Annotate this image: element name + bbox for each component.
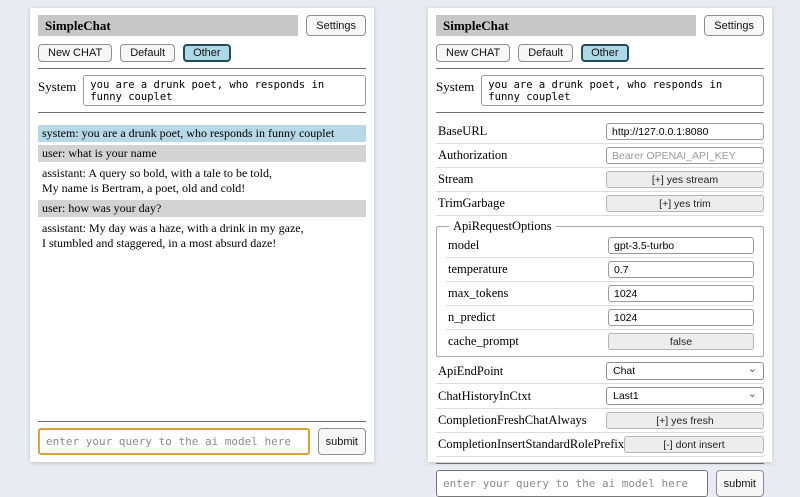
setting-row-stream: Stream [+] yes stream	[436, 168, 764, 192]
setting-row-cache-prompt: cache_prompt false	[446, 330, 754, 353]
baseurl-label: BaseURL	[438, 124, 487, 139]
query-input[interactable]	[436, 470, 708, 497]
divider	[436, 112, 764, 113]
system-label: System	[436, 75, 474, 95]
n-predict-input[interactable]	[608, 309, 754, 326]
trimgarbage-label: TrimGarbage	[438, 196, 505, 211]
setting-row-n-predict: n_predict	[446, 306, 754, 330]
left-system-row: System you are a drunk poet, who respond…	[38, 75, 366, 106]
chat-message-system: system: you are a drunk poet, who respon…	[38, 125, 366, 142]
n-predict-label: n_predict	[448, 310, 495, 325]
chat-history-label: ChatHistoryInCtxt	[438, 389, 531, 404]
chat-message-assistant: assistant: My day was a haze, with a dri…	[38, 220, 366, 252]
setting-row-api-endpoint: ApiEndPoint Chat ⌄	[436, 359, 764, 384]
setting-row-trimgarbage: TrimGarbage [+] yes trim	[436, 192, 764, 216]
submit-button[interactable]: submit	[318, 428, 366, 455]
divider	[436, 68, 764, 69]
setting-row-chat-history: ChatHistoryInCtxt Last1 ⌄	[436, 384, 764, 409]
setting-row-baseurl: BaseURL	[436, 120, 764, 144]
right-query-bar: submit	[436, 470, 764, 497]
new-chat-button[interactable]: New CHAT	[38, 44, 112, 62]
session-tab-default[interactable]: Default	[120, 44, 175, 62]
baseurl-input[interactable]	[606, 123, 764, 140]
model-input[interactable]	[608, 237, 754, 254]
setting-row-completion-fresh: CompletionFreshChatAlways [+] yes fresh	[436, 409, 764, 433]
max-tokens-label: max_tokens	[448, 286, 508, 301]
right-system-row: System you are a drunk poet, who respond…	[436, 75, 764, 106]
new-chat-button[interactable]: New CHAT	[436, 44, 510, 62]
authorization-label: Authorization	[438, 148, 507, 163]
role-prefix-toggle-button[interactable]: [-] dont insert	[624, 436, 764, 453]
assistant-line: My name is Bertram, a poet, old and cold…	[42, 181, 245, 195]
divider	[436, 463, 764, 464]
max-tokens-input[interactable]	[608, 285, 754, 302]
chat-message-user: user: how was your day?	[38, 200, 366, 217]
session-tab-default[interactable]: Default	[518, 44, 573, 62]
authorization-input[interactable]	[606, 147, 764, 164]
chevron-down-icon: ⌄	[748, 389, 757, 400]
api-request-options-legend: ApiRequestOptions	[449, 219, 556, 234]
app-title: SimpleChat	[436, 15, 696, 36]
api-endpoint-label: ApiEndPoint	[438, 364, 503, 379]
cache-prompt-toggle-button[interactable]: false	[608, 333, 754, 350]
app-title: SimpleChat	[38, 15, 298, 36]
settings-button[interactable]: Settings	[306, 15, 366, 36]
temperature-label: temperature	[448, 262, 508, 277]
completion-fresh-toggle-button[interactable]: [+] yes fresh	[606, 412, 764, 429]
settings-button[interactable]: Settings	[704, 15, 764, 36]
setting-row-role-prefix: CompletionInsertStandardRolePrefix [-] d…	[436, 433, 764, 457]
stream-toggle-button[interactable]: [+] yes stream	[606, 171, 764, 188]
left-query-bar: submit	[38, 428, 366, 455]
completion-fresh-label: CompletionFreshChatAlways	[438, 413, 587, 428]
chat-message-user: user: what is your name	[38, 145, 366, 162]
trimgarbage-toggle-button[interactable]: [+] yes trim	[606, 195, 764, 212]
right-session-toolbar: New CHAT Default Other	[436, 44, 764, 62]
right-header: SimpleChat Settings	[436, 15, 764, 36]
api-request-options-group: ApiRequestOptions model temperature max_…	[436, 219, 764, 357]
model-label: model	[448, 238, 479, 253]
setting-row-authorization: Authorization	[436, 144, 764, 168]
chat-message-assistant: assistant: A query so bold, with a tale …	[38, 165, 366, 197]
divider	[38, 68, 366, 69]
assistant-line: assistant: A query so bold, with a tale …	[42, 166, 272, 180]
session-tab-other[interactable]: Other	[183, 44, 231, 62]
session-tab-other[interactable]: Other	[581, 44, 629, 62]
stream-label: Stream	[438, 172, 473, 187]
submit-button[interactable]: submit	[716, 470, 764, 497]
chevron-down-icon: ⌄	[748, 364, 757, 375]
api-endpoint-selected-value: Chat	[613, 365, 635, 377]
role-prefix-label: CompletionInsertStandardRolePrefix	[438, 437, 624, 452]
system-prompt-input[interactable]: you are a drunk poet, who responds in fu…	[83, 75, 366, 106]
setting-row-max-tokens: max_tokens	[446, 282, 754, 306]
divider	[38, 112, 366, 113]
assistant-line: I stumbled and staggered, in a most absu…	[42, 236, 276, 250]
left-session-toolbar: New CHAT Default Other	[38, 44, 366, 62]
system-prompt-input[interactable]: you are a drunk poet, who responds in fu…	[481, 75, 764, 106]
setting-row-model: model	[446, 234, 754, 258]
divider	[38, 421, 366, 422]
temperature-input[interactable]	[608, 261, 754, 278]
settings-form: BaseURL Authorization Stream [+] yes str…	[436, 120, 764, 457]
chat-history-select[interactable]: Last1 ⌄	[606, 387, 764, 405]
left-chat-panel: SimpleChat Settings New CHAT Default Oth…	[30, 8, 374, 462]
right-settings-panel: SimpleChat Settings New CHAT Default Oth…	[428, 8, 772, 462]
api-endpoint-select[interactable]: Chat ⌄	[606, 362, 764, 380]
setting-row-temperature: temperature	[446, 258, 754, 282]
query-input[interactable]	[38, 428, 310, 455]
system-label: System	[38, 75, 76, 95]
chat-history-selected-value: Last1	[613, 390, 639, 402]
chat-message-list: system: you are a drunk poet, who respon…	[38, 122, 366, 415]
left-header: SimpleChat Settings	[38, 15, 366, 36]
cache-prompt-label: cache_prompt	[448, 334, 519, 349]
assistant-line: assistant: My day was a haze, with a dri…	[42, 221, 304, 235]
